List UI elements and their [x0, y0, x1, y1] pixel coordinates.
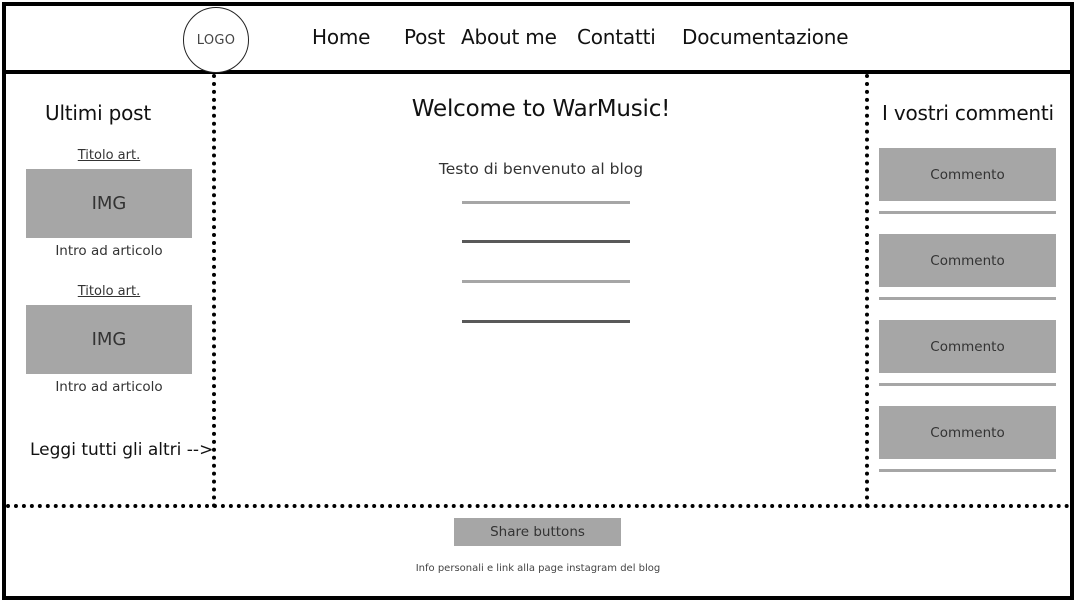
nav-about-me[interactable]: About me: [461, 25, 557, 49]
comment-item: Commento: [879, 148, 1056, 201]
nav-contatti[interactable]: Contatti: [577, 25, 656, 49]
welcome-text: Testo di benvenuto al blog: [438, 160, 644, 178]
share-buttons[interactable]: Share buttons: [454, 518, 621, 546]
comments-heading: I vostri commenti: [882, 101, 1054, 125]
post-intro: Intro ad articolo: [55, 379, 163, 395]
nav-documentazione[interactable]: Documentazione: [682, 25, 849, 49]
post-image-placeholder[interactable]: IMG: [26, 305, 192, 374]
comment-separator: [879, 469, 1056, 472]
comment-item: Commento: [879, 234, 1056, 287]
nav-home[interactable]: Home: [312, 25, 370, 49]
text-placeholder-line: [462, 240, 630, 243]
text-placeholder-line: [462, 201, 630, 204]
footer-divider: [6, 504, 1070, 508]
latest-posts-heading: Ultimi post: [45, 101, 151, 125]
comment-separator: [879, 211, 1056, 214]
comment-item: Commento: [879, 320, 1056, 373]
text-placeholder-line: [462, 280, 630, 283]
comment-item: Commento: [879, 406, 1056, 459]
text-placeholder-line: [462, 320, 630, 323]
post-image-placeholder[interactable]: IMG: [26, 169, 192, 238]
read-all-posts-link[interactable]: Leggi tutti gli altri -->: [30, 440, 213, 460]
welcome-heading: Welcome to WarMusic!: [411, 96, 671, 122]
post-title-link[interactable]: Titolo art.: [26, 284, 192, 299]
right-column-divider: [865, 74, 869, 508]
logo[interactable]: LOGO: [183, 7, 249, 73]
post-title-link[interactable]: Titolo art.: [26, 148, 192, 163]
footer-info-text: Info personali e link alla page instagra…: [415, 563, 661, 574]
page-wireframe: LOGO Home Post About me Contatti Documen…: [2, 2, 1074, 600]
nav-post[interactable]: Post: [404, 25, 445, 49]
post-intro: Intro ad articolo: [55, 243, 163, 259]
comment-separator: [879, 297, 1056, 300]
comment-separator: [879, 383, 1056, 386]
site-header: LOGO Home Post About me Contatti Documen…: [6, 6, 1070, 74]
